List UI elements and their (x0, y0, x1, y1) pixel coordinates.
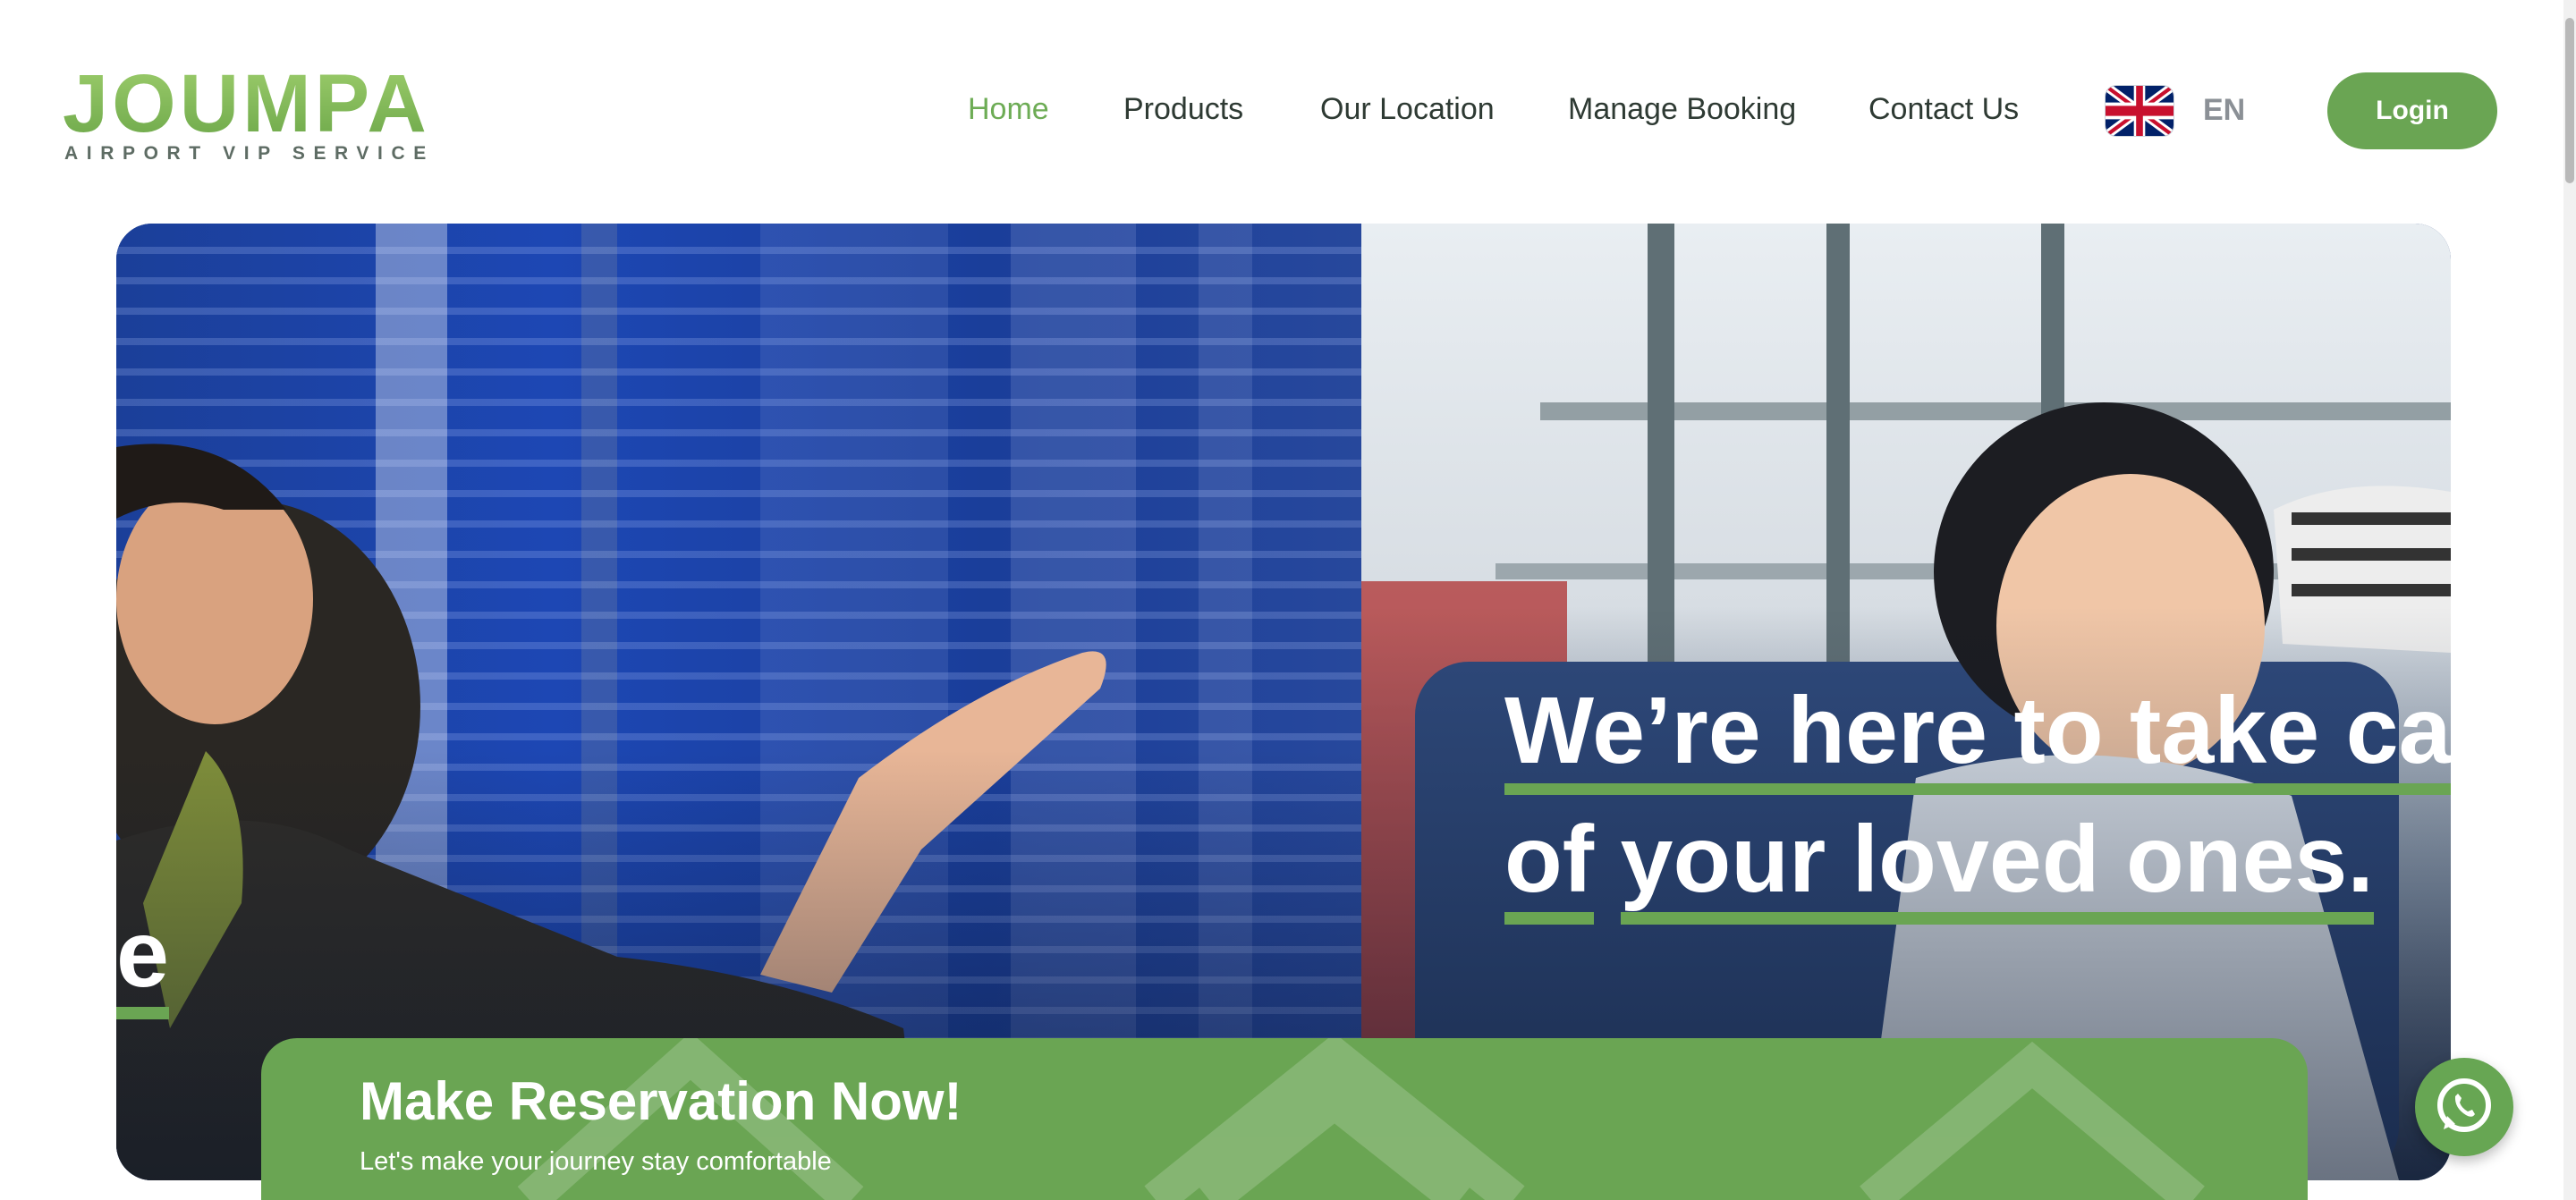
site-header: JOUMPA AIRPORT VIP SERVICE Home Products… (0, 0, 2576, 206)
hero-line-1: We’re here to take care (1504, 678, 2451, 795)
uk-flag-icon[interactable] (2106, 86, 2174, 136)
nav-our-location[interactable]: Our Location (1320, 86, 1495, 132)
nav-home[interactable]: Home (968, 86, 1049, 132)
whatsapp-button[interactable] (2415, 1058, 2513, 1156)
logo-tagline: AIRPORT VIP SERVICE (64, 143, 435, 164)
joumpa-logo[interactable]: JOUMPA AIRPORT VIP SERVICE (63, 63, 427, 164)
slide-airport-departure-board (116, 224, 1361, 1180)
nav-contact-us[interactable]: Contact Us (1868, 86, 2019, 132)
whatsapp-icon (2437, 1078, 2491, 1132)
nav-products[interactable]: Products (1123, 86, 1243, 132)
hero-line-2-a: of (1504, 807, 1595, 925)
hero-headline: We’re here to take care of your loved on… (1504, 666, 2488, 925)
login-button[interactable]: Login (2327, 72, 2497, 149)
language-selector[interactable]: EN (2203, 88, 2245, 132)
scrollbar-thumb[interactable] (2565, 18, 2574, 183)
page-scrollbar[interactable] (2563, 0, 2576, 1200)
reservation-banner[interactable]: Make Reservation Now! Let's make your jo… (261, 1038, 2308, 1200)
reservation-subtitle: Let's make your journey stay comfortable (360, 1147, 832, 1176)
reservation-title: Make Reservation Now! (360, 1071, 962, 1131)
previous-slide-text: e (116, 890, 169, 1019)
hero-line-2-b: your loved ones. (1620, 807, 2374, 925)
logo-wordmark: JOUMPA (63, 58, 430, 149)
nav-manage-booking[interactable]: Manage Booking (1568, 86, 1796, 132)
